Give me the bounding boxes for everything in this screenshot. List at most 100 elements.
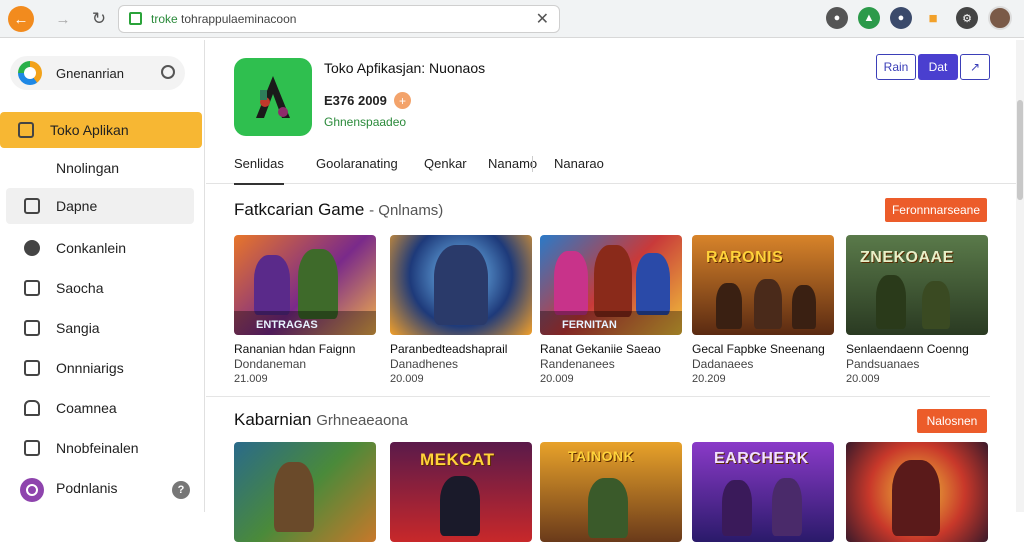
card-price: 20.209 (692, 373, 726, 385)
sidebar-item-store[interactable]: Toko Aplikan (0, 112, 202, 148)
sidebar-search-label: Gnenanrian (56, 66, 124, 81)
card-subtitle: Danadhenes (390, 357, 459, 371)
package-icon (24, 440, 40, 456)
browser-toolbar: ← → ↻ troke tohrappulaeminacoon ✕ ● ▲ ● … (0, 0, 1024, 38)
scrollbar-thumb[interactable] (1017, 100, 1023, 200)
extension-icon[interactable]: ▲ (858, 7, 880, 29)
plus-icon[interactable]: + (394, 92, 411, 109)
game-card[interactable]: FERNITAN Ranat Gekaniie Saeao Randenanee… (540, 235, 682, 385)
game-thumbnail[interactable]: RARONIS (692, 235, 834, 335)
section-title-text: Fatkcarian Game (234, 200, 365, 219)
game-card[interactable]: RARONIS Gecal Fapbke Sneenang Dadanaees … (692, 235, 834, 385)
account-icon[interactable] (20, 478, 44, 502)
game-card[interactable]: TAINONK (540, 442, 682, 542)
game-thumbnail[interactable]: ENTRAGAS (234, 235, 376, 335)
game-thumbnail[interactable]: MEKCAT (390, 442, 532, 542)
secondary-button[interactable]: Rain (876, 54, 916, 80)
game-thumbnail[interactable] (234, 442, 376, 542)
sidebar-item-4[interactable]: Conkanlein (6, 230, 194, 266)
sidebar-item-7[interactable]: Onnniarigs (6, 350, 194, 386)
sidebar-item-label: Sangia (56, 320, 100, 336)
tab-3[interactable]: Qenkar (424, 156, 467, 171)
sidebar-item-label: Saocha (56, 280, 104, 296)
sidebar-item-label: Dapne (56, 198, 98, 214)
app-title: Toko Apfikasjan: Nuonaos (324, 60, 486, 76)
extension-icon[interactable]: ● (890, 7, 912, 29)
sidebar-item-label: Conkanlein (56, 240, 127, 256)
tab-4[interactable]: Nanamo (488, 156, 537, 171)
sidebar-item-6[interactable]: Sangia (6, 310, 194, 346)
thumb-banner: ZNEKOAAE (860, 249, 954, 266)
avatar[interactable] (988, 6, 1012, 30)
sidebar-item-label: Nnobfeinalen (56, 440, 139, 456)
close-icon[interactable]: ✕ (536, 9, 549, 29)
reload-icon[interactable]: ↻ (86, 6, 112, 32)
card-price: 20.009 (540, 373, 574, 385)
section-subtitle: Grhneaeaona (316, 412, 408, 429)
url-text[interactable]: troke tohrappulaeminacoon (151, 12, 296, 26)
lock-icon (24, 400, 40, 416)
game-thumbnail[interactable]: FERNITAN (540, 235, 682, 335)
game-card[interactable]: ZNEKOAAE Senlaendaenn Coenng Pandsuanaes… (846, 235, 988, 385)
game-thumbnail[interactable] (390, 235, 532, 335)
app-rating: E376 2009 (324, 93, 387, 108)
card-subtitle: Dadanaees (692, 357, 754, 371)
sidebar-item-3[interactable]: Dapne (6, 188, 194, 224)
sidebar-item-label: Podnlanis (56, 480, 118, 496)
game-card[interactable] (234, 442, 376, 542)
game-card[interactable]: Paranbedteadshaprail Danadhenes 20.009 (390, 235, 532, 385)
thumb-banner: MEKCAT (420, 450, 495, 469)
game-thumbnail[interactable]: TAINONK (540, 442, 682, 542)
card-title: Ranat Gekaniie Saeao (540, 342, 661, 356)
settings-icon[interactable]: ⚙ (956, 7, 978, 29)
game-card[interactable]: ENTRAGAS Rananian hdan Faignn Dondaneman… (234, 235, 376, 385)
thumb-banner: RARONIS (706, 249, 784, 266)
tab-5[interactable]: Nanarao (554, 156, 604, 171)
card-title: Gecal Fapbke Sneenang (692, 342, 825, 356)
card-subtitle: Randenanees (540, 357, 615, 371)
sidebar-item-8[interactable]: Coamnea (6, 390, 194, 426)
sidebar-search[interactable]: Gnenanrian (10, 56, 185, 90)
share-icon[interactable]: ↗ (960, 54, 990, 80)
section-action-button[interactable]: Nalosnen (917, 409, 987, 433)
sidebar-item-label: Coamnea (56, 400, 117, 416)
section-title: Kabarnian Grhneaeaona (234, 410, 408, 430)
url-path: tohrappulaeminacoon (177, 12, 297, 26)
game-thumbnail[interactable]: ZNEKOAAE (846, 235, 988, 335)
section-action-button[interactable]: Feronnnarseane (885, 198, 987, 222)
scrollbar[interactable] (1016, 40, 1024, 512)
card-subtitle: Pandsuanaes (846, 357, 920, 371)
tab-1[interactable]: Senlidas (234, 156, 284, 185)
section-subtitle: - Qnlnams) (369, 202, 444, 219)
forward-arrow-icon[interactable]: → (50, 6, 76, 32)
tab-2[interactable]: Goolaranating (316, 156, 398, 171)
game-card[interactable]: MEKCAT (390, 442, 532, 542)
thumb-banner: EARCHERK (714, 450, 809, 467)
game-thumbnail[interactable]: EARCHERK (692, 442, 834, 542)
lock-icon (129, 12, 142, 25)
thumb-banner: TAINONK (568, 448, 635, 464)
primary-button[interactable]: Dat (918, 54, 958, 80)
grid-icon (24, 198, 40, 214)
extension-icon[interactable]: ● (826, 7, 848, 29)
back-arrow-icon[interactable]: ← (8, 6, 34, 32)
card-title: Senlaendaenn Coenng (846, 342, 969, 356)
address-bar[interactable]: troke tohrappulaeminacoon ✕ (118, 5, 560, 33)
sidebar-item-5[interactable]: Saocha (6, 270, 194, 306)
section-title-text: Kabarnian (234, 410, 312, 429)
bell-icon[interactable]: ■ (922, 7, 944, 29)
search-icon[interactable] (161, 65, 175, 79)
thumb-footer-text: FERNITAN (562, 319, 617, 331)
help-icon[interactable]: ? (172, 481, 190, 499)
sidebar-item-label: Toko Aplikan (50, 122, 129, 138)
app-developer[interactable]: Ghnenspaadeo (324, 115, 406, 129)
card-subtitle: Dondaneman (234, 357, 307, 371)
sidebar-item-2[interactable]: Nnolingan (6, 150, 194, 186)
sidebar-item-9[interactable]: Nnobfeinalen (6, 430, 194, 466)
game-card[interactable]: EARCHERK (692, 442, 834, 542)
card-price: 21.009 (234, 373, 268, 385)
game-card[interactable] (846, 442, 988, 542)
url-site: troke (151, 12, 178, 26)
game-thumbnail[interactable] (846, 442, 988, 542)
calendar-icon (24, 360, 40, 376)
